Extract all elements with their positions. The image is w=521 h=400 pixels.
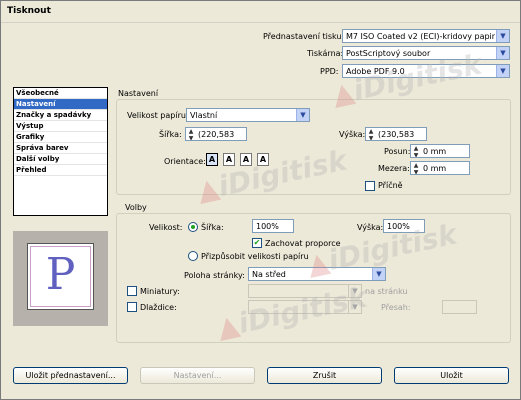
height-value: (230,583 (378, 130, 415, 139)
paper-size-label: Velikost papíru: (127, 111, 189, 120)
printer-select[interactable]: PostScriptový soubor ▼ (342, 46, 510, 60)
printer-label: Tiskárna: (307, 49, 344, 58)
scale-width-value: 100% (256, 222, 279, 231)
sidebar-item-vystup[interactable]: Výstup (14, 121, 107, 132)
setup-button[interactable]: Nastavení... (140, 367, 255, 384)
keep-proportions-checkbox[interactable]: ✔ (252, 238, 262, 248)
height-field[interactable]: ▲ ▼ (230,583 (365, 127, 427, 141)
gap-value: 0 mm (423, 164, 447, 173)
nastaveni-title: Nastavení (118, 89, 159, 98)
stepper-icon[interactable]: ▲ ▼ (186, 128, 196, 140)
fit-label: Přizpůsobit velikosti papíru (201, 252, 309, 261)
ppd-label: PPD: (320, 67, 339, 76)
preview-letter: P (45, 249, 76, 300)
orientation-label: Orientace: (164, 157, 206, 166)
category-list: Všeobecné Nastavení Značky a spadávky Vý… (13, 87, 108, 216)
height-label: Výška: (339, 130, 366, 139)
sidebar-item-grafiky[interactable]: Grafiky (14, 132, 107, 143)
overlap-field[interactable] (442, 300, 477, 314)
chevron-down-icon: ▼ (496, 65, 509, 77)
sidebar-item-dalsi-volby[interactable]: Další volby (14, 154, 107, 165)
stepper-icon[interactable]: ▲ ▼ (411, 162, 421, 174)
chevron-down-icon: ▼ (496, 30, 509, 42)
reverse-landscape-icon[interactable]: A (257, 153, 269, 166)
tiles-label: Dlaždice: (140, 303, 177, 312)
tiles-checkbox[interactable] (127, 302, 137, 312)
scale-height-value: 100% (387, 222, 410, 231)
stepper-icon[interactable]: ▲ ▼ (411, 145, 421, 157)
chevron-down-icon: ▼ (372, 268, 385, 280)
landscape-icon[interactable]: A (223, 153, 235, 166)
overlap-label: Přesah: (381, 303, 411, 312)
reverse-portrait-icon[interactable]: A (240, 153, 252, 166)
offset-value: 0 mm (423, 147, 447, 156)
sidebar-item-prehled[interactable]: Přehled (14, 165, 107, 176)
chevron-down-icon: ▼ (348, 285, 361, 297)
save-preset-button[interactable]: Uložit přednastavení... (13, 367, 128, 384)
sidebar-item-sprava-barev[interactable]: Správa barev (14, 143, 107, 154)
save-button[interactable]: Uložit (394, 367, 509, 384)
paper-size-select[interactable]: Vlastní ▼ (186, 108, 310, 122)
sidebar-item-vseobecne[interactable]: Všeobecné (14, 88, 107, 99)
offset-field[interactable]: ▲ ▼ 0 mm (410, 144, 470, 158)
chevron-down-icon: ▼ (296, 109, 309, 121)
page-position-value: Na střed (252, 270, 286, 279)
keep-proportions-label: Zachovat proporce (265, 239, 341, 248)
stepper-icon[interactable]: ▲ ▼ (366, 128, 376, 140)
width-radio[interactable] (188, 222, 198, 232)
page-position-select[interactable]: Na střed ▼ (248, 267, 386, 281)
gap-label: Mezera: (378, 164, 410, 173)
window-title: Tisknout (7, 6, 51, 16)
thumbnails-checkbox[interactable] (127, 286, 137, 296)
printer-value: PostScriptový soubor (346, 49, 431, 58)
scale-height-label: Výška: (357, 223, 384, 232)
width-field[interactable]: ▲ ▼ (220,583 (185, 127, 247, 141)
ppd-select[interactable]: Adobe PDF 9.0 ▼ (342, 64, 510, 78)
print-dialog: Tisknout Přednastavení tisku: M7 ISO Coa… (0, 0, 521, 400)
scale-width-field[interactable]: 100% (252, 219, 294, 233)
thumbnails-select[interactable]: ▼ (248, 284, 362, 298)
preset-label: Přednastavení tisku: (263, 32, 345, 41)
offset-label: Posun: (384, 147, 411, 156)
preview-page: P (27, 243, 94, 310)
per-page-label: na stránku (365, 287, 408, 296)
gap-field[interactable]: ▲ ▼ 0 mm (410, 161, 470, 175)
cancel-button[interactable]: Zrušit (267, 367, 382, 384)
transverse-label: Příčně (378, 181, 403, 190)
width-value: (220,583 (198, 130, 235, 139)
sidebar-item-znacky[interactable]: Značky a spadávky (14, 110, 107, 121)
paper-size-value: Vlastní (190, 111, 218, 120)
fit-radio[interactable] (188, 251, 198, 261)
page-position-label: Poloha stránky: (184, 271, 245, 280)
chevron-down-icon: ▼ (496, 47, 509, 59)
chevron-down-icon: ▼ (348, 301, 361, 313)
preset-select[interactable]: M7 ISO Coated v2 (ECI)-kridovy papir ▼ (342, 29, 510, 43)
sidebar-item-nastaveni[interactable]: Nastavení (14, 99, 107, 110)
ppd-value: Adobe PDF 9.0 (346, 67, 405, 76)
size-label: Velikost: (149, 223, 183, 232)
volby-title: Volby (125, 203, 147, 212)
thumbnails-label: Miniatury: (140, 287, 180, 296)
title-bar: Tisknout (1, 1, 520, 23)
width-label: Šířka: (159, 130, 182, 139)
preset-value: M7 ISO Coated v2 (ECI)-kridovy papir (346, 32, 496, 41)
transverse-checkbox[interactable] (365, 181, 375, 191)
width-radio-label: Šířka: (201, 223, 224, 232)
tiles-select[interactable]: ▼ (248, 300, 362, 314)
page-preview: P (13, 231, 108, 326)
portrait-icon[interactable]: A (206, 153, 218, 166)
scale-height-field[interactable]: 100% (383, 219, 425, 233)
